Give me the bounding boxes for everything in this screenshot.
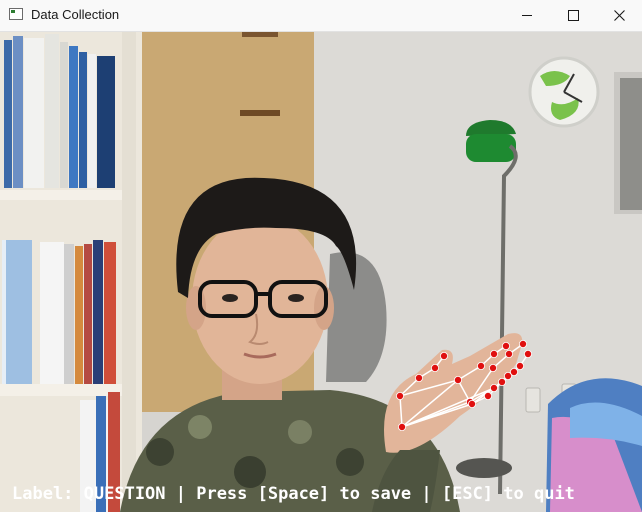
app-icon (9, 8, 23, 20)
maximize-button[interactable] (550, 0, 596, 31)
minimize-button[interactable] (504, 0, 550, 31)
close-icon (613, 10, 625, 21)
camera-frame (0, 32, 642, 512)
status-overlay-text: Label: QUESTION | Press [Space] to save … (12, 484, 575, 504)
wall-clock (528, 56, 600, 128)
title-bar[interactable]: Data Collection (0, 0, 642, 32)
close-button[interactable] (596, 0, 642, 31)
books-middle (2, 240, 116, 384)
maximize-icon (567, 10, 579, 21)
camera-feed: Label: QUESTION | Press [Space] to save … (0, 32, 642, 512)
window-title: Data Collection (31, 7, 120, 22)
minimize-icon (522, 15, 532, 16)
app-window: Data Collection Label: QUESTION | Press … (0, 0, 642, 512)
